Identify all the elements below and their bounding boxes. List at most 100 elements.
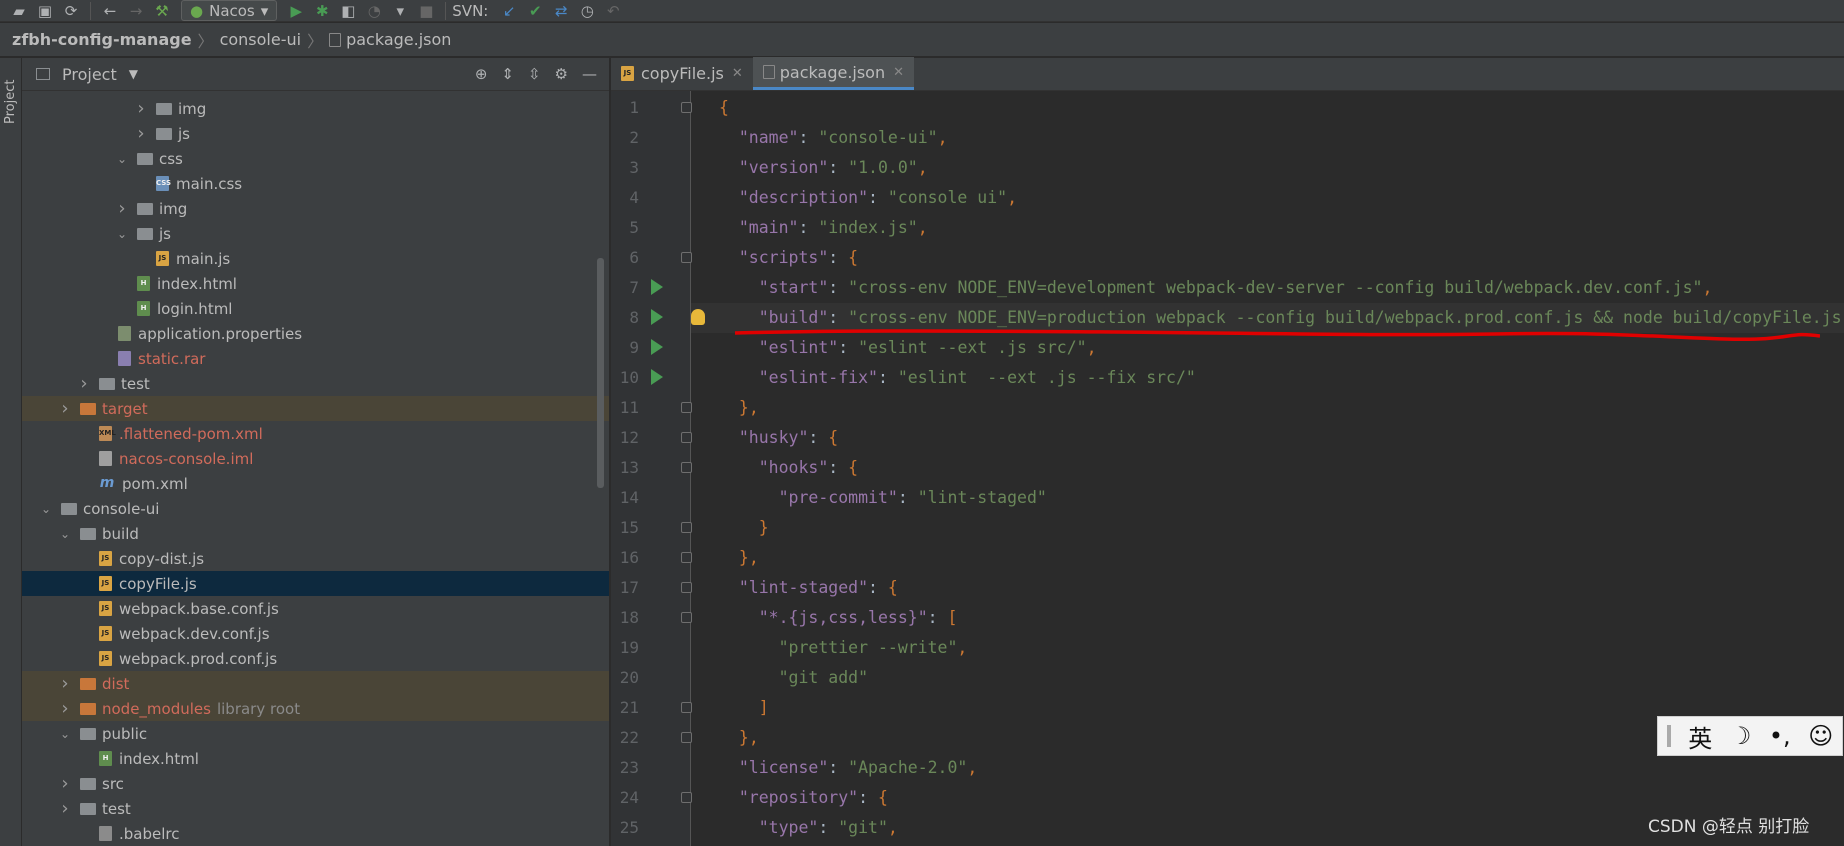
ime-mode-toggle[interactable]: 英 — [1688, 719, 1712, 754]
code-line[interactable]: 12 "husky": { — [611, 423, 1844, 453]
collapse-all-icon[interactable]: ⇳ — [528, 65, 541, 83]
tree-item[interactable]: ⌄ css — [22, 146, 609, 171]
history-icon[interactable]: ◷ — [574, 0, 600, 22]
code-line[interactable]: 14 "pre-commit": "lint-staged" — [611, 483, 1844, 513]
tree-item[interactable]: JS copyFile.js — [22, 571, 609, 596]
back-arrow-icon[interactable]: ← — [97, 0, 123, 22]
code-line[interactable]: 24 "repository": { — [611, 783, 1844, 813]
run-script-icon[interactable] — [651, 369, 663, 385]
fold-marker-icon[interactable] — [681, 522, 692, 533]
tree-item[interactable]: › target — [22, 396, 609, 421]
fold-marker-icon[interactable] — [681, 252, 692, 263]
build-hammer-icon[interactable]: ⚒ — [149, 0, 175, 22]
coverage-icon[interactable]: ◧ — [335, 0, 361, 22]
breadcrumb-project[interactable]: zfbh-config-manage — [12, 30, 192, 49]
stop-icon[interactable]: ■ — [413, 0, 439, 22]
chevron-right-icon[interactable]: › — [58, 798, 72, 819]
fold-marker-icon[interactable] — [681, 402, 692, 413]
project-title[interactable]: Project — [62, 65, 117, 84]
chevron-right-icon[interactable]: › — [134, 98, 148, 119]
fold-marker-icon[interactable] — [681, 552, 692, 563]
tree-item[interactable]: ⌄ build — [22, 521, 609, 546]
tab-package-json[interactable]: package.json ✕ — [752, 57, 915, 90]
fold-marker-icon[interactable] — [681, 702, 692, 713]
tree-item[interactable]: application.properties — [22, 321, 609, 346]
tree-item[interactable]: › node_modules library root — [22, 696, 609, 721]
chevron-right-icon[interactable]: › — [58, 698, 72, 719]
code-line[interactable]: 13 "hooks": { — [611, 453, 1844, 483]
code-line[interactable]: 3 "version": "1.0.0", — [611, 153, 1844, 183]
open-folder-icon[interactable]: ▰ — [6, 0, 32, 22]
fold-marker-icon[interactable] — [681, 732, 692, 743]
tree-item[interactable]: XML .flattened-pom.xml — [22, 421, 609, 446]
tree-item[interactable]: › dist — [22, 671, 609, 696]
expand-all-icon[interactable]: ⇕ — [501, 65, 514, 83]
chevron-down-icon[interactable]: ⌄ — [115, 227, 129, 241]
code-line[interactable]: 6 "scripts": { — [611, 243, 1844, 273]
fold-marker-icon[interactable] — [681, 102, 692, 113]
run-config-dropdown[interactable]: ● Nacos ▾ — [181, 0, 278, 21]
locate-icon[interactable]: ⊕ — [475, 65, 488, 83]
ime-grip-handle[interactable] — [1666, 725, 1671, 747]
code-line[interactable]: 2 "name": "console-ui", — [611, 123, 1844, 153]
run-script-icon[interactable] — [651, 339, 663, 355]
chevron-right-icon[interactable]: › — [134, 123, 148, 144]
chevron-down-icon[interactable]: ⌄ — [58, 727, 72, 741]
breadcrumb-folder[interactable]: console-ui — [220, 30, 302, 49]
project-stripe-button[interactable]: Project — [3, 64, 19, 124]
code-line[interactable]: 20 "git add" — [611, 663, 1844, 693]
chevron-down-icon[interactable]: ⌄ — [115, 152, 129, 166]
tree-item[interactable]: › test — [22, 796, 609, 821]
chevron-right-icon[interactable]: › — [115, 198, 129, 219]
tree-item[interactable]: m pom.xml — [22, 471, 609, 496]
tree-item[interactable]: ⌄ console-ui — [22, 496, 609, 521]
tree-scrollbar[interactable] — [597, 258, 604, 488]
run-icon[interactable]: ▶ — [283, 0, 309, 22]
svn-commit-icon[interactable]: ✔ — [522, 0, 548, 22]
code-line[interactable]: 15 } — [611, 513, 1844, 543]
ime-emoji-icon[interactable]: ☺ — [1808, 722, 1833, 750]
chevron-down-icon[interactable]: ▼ — [129, 67, 138, 81]
code-line[interactable]: 23 "license": "Apache-2.0", — [611, 753, 1844, 783]
ime-moon-icon[interactable]: ☽ — [1730, 722, 1752, 750]
tree-item[interactable]: ⌄ public — [22, 721, 609, 746]
profile-icon[interactable]: ◔ — [361, 0, 387, 22]
minimize-icon[interactable]: — — [582, 65, 597, 83]
ime-punctuation-icon[interactable]: •, — [1769, 722, 1791, 750]
forward-arrow-icon[interactable]: → — [123, 0, 149, 22]
tree-item[interactable]: Hindex.html — [22, 746, 609, 771]
sync-icon[interactable]: ⟳ — [58, 0, 84, 22]
chevron-right-icon[interactable]: › — [58, 773, 72, 794]
code-line[interactable]: 11 }, — [611, 393, 1844, 423]
tree-item[interactable]: ⌄ js — [22, 221, 609, 246]
fold-marker-icon[interactable] — [681, 462, 692, 473]
chevron-right-icon[interactable]: › — [58, 398, 72, 419]
tree-item[interactable]: .babelrc — [22, 821, 609, 846]
code-line[interactable]: 7 "start": "cross-env NODE_ENV=developme… — [611, 273, 1844, 303]
debug-icon[interactable]: ✱ — [309, 0, 335, 22]
revert-icon[interactable]: ↶ — [600, 0, 626, 22]
tree-item[interactable]: JS webpack.dev.conf.js — [22, 621, 609, 646]
tree-item[interactable]: JS main.js — [22, 246, 609, 271]
gear-icon[interactable]: ⚙ — [555, 65, 568, 83]
code-line[interactable]: 4 "description": "console ui", — [611, 183, 1844, 213]
tree-item[interactable]: › src — [22, 771, 609, 796]
code-line[interactable]: 10 "eslint-fix": "eslint --ext .js --fix… — [611, 363, 1844, 393]
svn-compare-icon[interactable]: ⇄ — [548, 0, 574, 22]
chevron-right-icon[interactable]: › — [58, 673, 72, 694]
fold-marker-icon[interactable] — [681, 612, 692, 623]
tree-item[interactable]: Hindex.html — [22, 271, 609, 296]
tree-item[interactable]: › test — [22, 371, 609, 396]
close-icon[interactable]: ✕ — [893, 65, 904, 80]
tree-item[interactable]: Hlogin.html — [22, 296, 609, 321]
chevron-down-icon[interactable]: ⌄ — [58, 527, 72, 541]
breadcrumb-file[interactable]: package.json — [346, 30, 451, 49]
tree-item[interactable]: › js — [22, 121, 609, 146]
lightbulb-icon[interactable] — [691, 309, 705, 325]
fold-marker-icon[interactable] — [681, 582, 692, 593]
code-line[interactable]: 1{ — [611, 93, 1844, 123]
svn-update-icon[interactable]: ↙ — [496, 0, 522, 22]
tree-item[interactable]: CSS main.css — [22, 171, 609, 196]
tree-item[interactable]: JS copy-dist.js — [22, 546, 609, 571]
tree-item[interactable]: › img — [22, 96, 609, 121]
